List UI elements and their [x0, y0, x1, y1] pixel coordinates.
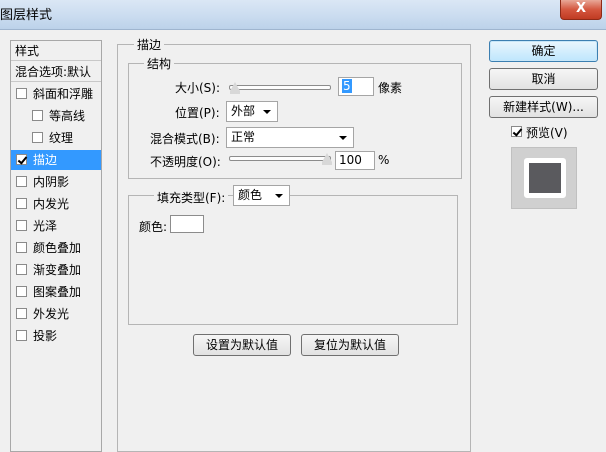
blend-options-label: 混合选项:默认 [15, 65, 92, 79]
set-default-label: 设置为默认值 [205, 338, 278, 352]
style-item-checkbox[interactable] [32, 132, 43, 143]
opacity-slider-thumb[interactable] [322, 153, 332, 165]
style-item-checkbox[interactable] [16, 242, 27, 253]
size-label: 大小(S): [175, 81, 221, 95]
style-item-label: 纹理 [49, 131, 74, 145]
style-item-checkbox[interactable] [16, 88, 27, 99]
opacity-value: 100 [339, 153, 362, 167]
style-item-label: 内发光 [33, 197, 70, 211]
style-item-label: 图案叠加 [33, 285, 82, 299]
size-unit: 像素 [378, 81, 403, 95]
style-item-label: 描边 [33, 153, 58, 167]
title-bar: 图层样式 X [0, 0, 606, 30]
preview-checkbox[interactable] [511, 126, 522, 137]
style-item[interactable]: 等高线 [11, 106, 101, 126]
style-item-label: 斜面和浮雕 [33, 87, 94, 101]
style-item-checkbox[interactable] [16, 330, 27, 341]
structure-title: 结构 [144, 55, 175, 72]
style-item[interactable]: 投影 [11, 326, 101, 346]
style-item[interactable]: 外发光 [11, 304, 101, 324]
style-item-label: 颜色叠加 [33, 241, 82, 255]
style-item-checkbox[interactable] [16, 308, 27, 319]
close-icon: X [575, 1, 587, 16]
style-item-label: 渐变叠加 [33, 263, 82, 277]
style-preview [511, 147, 577, 209]
style-item[interactable]: 光泽 [11, 216, 101, 236]
opacity-unit: % [378, 153, 390, 167]
position-select[interactable]: 外部 [226, 101, 278, 122]
fill-type-select[interactable]: 颜色 [233, 185, 290, 206]
style-item-checkbox[interactable] [16, 264, 27, 275]
styles-header-label: 样式 [15, 44, 40, 58]
color-swatch[interactable] [170, 215, 204, 233]
stroke-section-title: 描边 [134, 36, 165, 53]
styles-list-header[interactable]: 样式 [11, 41, 101, 61]
size-slider-thumb[interactable] [230, 82, 241, 94]
new-style-button[interactable]: 新建样式(W)... [489, 96, 598, 118]
opacity-slider[interactable] [229, 156, 331, 161]
fill-type-label: 填充类型(F): [154, 189, 229, 206]
chevron-down-icon [263, 110, 271, 114]
style-item-checkbox[interactable] [16, 176, 27, 187]
style-item[interactable]: 斜面和浮雕 [11, 84, 101, 104]
style-item-checkbox[interactable] [16, 154, 27, 165]
style-item-label: 外发光 [33, 307, 70, 321]
preview-swatch [524, 158, 566, 198]
style-item-checkbox[interactable] [16, 198, 27, 209]
set-default-button[interactable]: 设置为默认值 [193, 334, 291, 356]
style-item-label: 光泽 [33, 219, 58, 233]
color-label: 颜色: [139, 220, 168, 234]
preview-label: 预览(V) [526, 126, 568, 140]
style-item[interactable]: 内阴影 [11, 172, 101, 192]
size-input[interactable]: 5 [338, 77, 374, 96]
style-item-checkbox[interactable] [32, 110, 43, 121]
size-value: 5 [342, 79, 352, 93]
fill-type-value: 颜色 [238, 188, 263, 202]
new-style-label: 新建样式(W)... [503, 100, 584, 114]
opacity-label: 不透明度(O): [150, 155, 221, 169]
cancel-button[interactable]: 取消 [489, 68, 598, 90]
reset-default-button[interactable]: 复位为默认值 [301, 334, 399, 356]
blend-mode-select[interactable]: 正常 [226, 127, 354, 148]
style-item-label: 内阴影 [33, 175, 70, 189]
chevron-down-icon [339, 136, 347, 140]
ok-button[interactable]: 确定 [489, 40, 598, 62]
preview-checkbox-row[interactable]: 预览(V) [511, 124, 601, 140]
style-item-checkbox[interactable] [16, 220, 27, 231]
style-item[interactable]: 描边 [11, 150, 101, 170]
size-slider[interactable] [229, 85, 331, 90]
cancel-label: 取消 [531, 72, 556, 86]
reset-default-label: 复位为默认值 [313, 338, 386, 352]
style-item[interactable]: 图案叠加 [11, 282, 101, 302]
style-item-checkbox[interactable] [16, 286, 27, 297]
position-label: 位置(P): [175, 106, 220, 120]
blend-options-item[interactable]: 混合选项:默认 [11, 62, 101, 82]
styles-list: 样式 混合选项:默认 斜面和浮雕等高线纹理描边内阴影内发光光泽颜色叠加渐变叠加图… [10, 40, 102, 452]
close-button[interactable]: X [560, 0, 602, 20]
style-item-label: 投影 [33, 329, 58, 343]
style-item[interactable]: 纹理 [11, 128, 101, 148]
style-item[interactable]: 渐变叠加 [11, 260, 101, 280]
blend-mode-value: 正常 [231, 130, 256, 144]
position-value: 外部 [231, 104, 256, 118]
style-item[interactable]: 内发光 [11, 194, 101, 214]
style-item[interactable]: 颜色叠加 [11, 238, 101, 258]
chevron-down-icon [275, 194, 283, 198]
window-title: 图层样式 [0, 8, 53, 23]
ok-label: 确定 [531, 44, 556, 58]
style-item-label: 等高线 [49, 109, 86, 123]
opacity-input[interactable]: 100 [335, 151, 375, 170]
blend-mode-label: 混合模式(B): [150, 132, 220, 146]
